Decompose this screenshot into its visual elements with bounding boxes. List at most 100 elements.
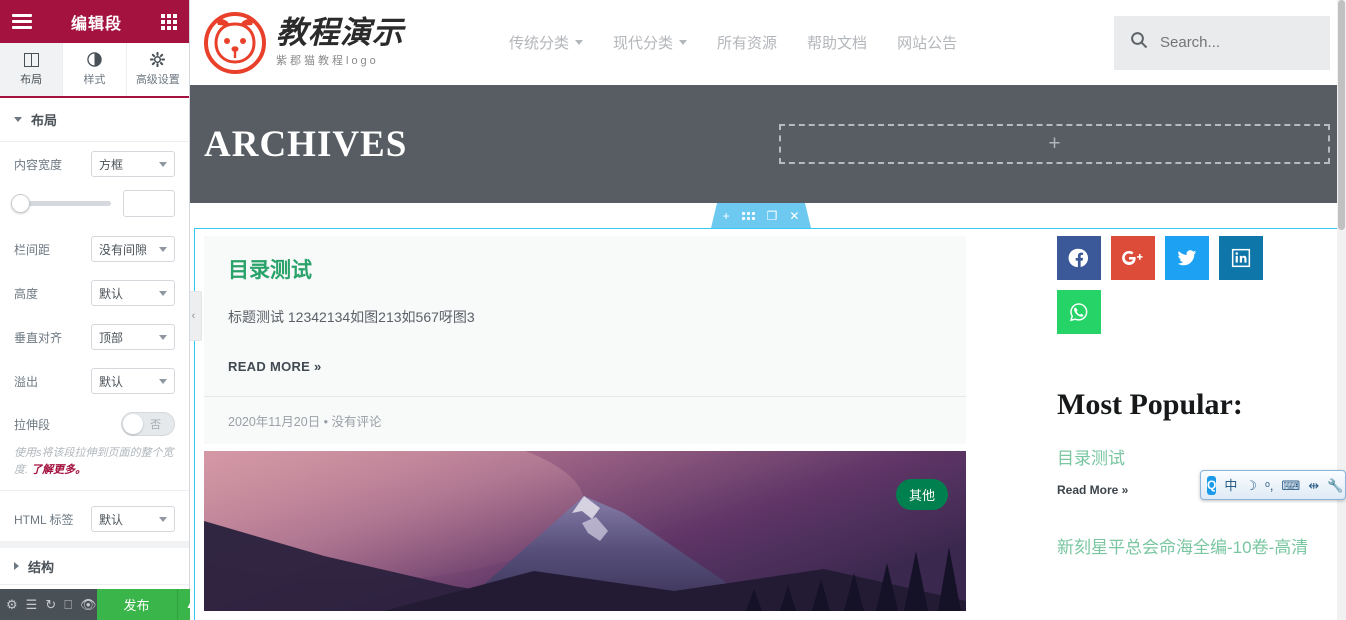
html-tag-select[interactable]: 默认	[91, 506, 175, 532]
section-title-layout: 布局	[31, 113, 58, 128]
logo-title: 教程演示	[276, 15, 404, 50]
panel-tabs: 布局 样式 高级设置	[0, 43, 189, 98]
vertical-align-value: 顶部	[99, 330, 124, 345]
panel-collapse-handle[interactable]: ‹	[190, 291, 202, 341]
archives-banner: ARCHIVES +	[190, 85, 1346, 203]
add-section-icon[interactable]: +	[723, 210, 730, 222]
control-vertical-align: 垂直对齐 顶部	[0, 315, 189, 359]
tab-advanced-label: 高级设置	[135, 74, 180, 86]
whatsapp-icon[interactable]	[1057, 290, 1101, 334]
history-icon[interactable]: ↻	[45, 598, 56, 611]
post-excerpt: 标题测试 12342134如图213如567呀图3	[228, 309, 475, 326]
width-slider[interactable]	[11, 194, 111, 213]
post-card: 目录测试 标题测试 12342134如图213如567呀图3 READ MORE…	[204, 236, 966, 445]
ime-language-icon[interactable]: 中	[1224, 479, 1237, 492]
site-logo[interactable]: 教程演示 紫郡猫教程logo	[204, 11, 404, 74]
overflow-select[interactable]: 默认	[91, 368, 175, 394]
stretch-section-toggle[interactable]: 否	[121, 412, 175, 436]
html-tag-label: HTML 标签	[14, 512, 74, 527]
column-gap-select[interactable]: 没有间隙	[91, 236, 175, 262]
sidebar-post-title-1[interactable]: 目录测试	[1057, 444, 1341, 469]
height-select[interactable]: 默认	[91, 280, 175, 306]
selected-section[interactable]: ‹ 目录测试 标题测试 12342134如图213如567呀图3 READ MO…	[190, 228, 1342, 620]
duplicate-icon[interactable]: ❐	[767, 210, 778, 222]
nav-item-announcements[interactable]: 网站公告	[897, 32, 957, 53]
control-height: 高度 默认	[0, 271, 189, 315]
tab-advanced[interactable]: 高级设置	[126, 43, 189, 96]
layers-icon[interactable]: ☰	[26, 598, 38, 611]
sidebar-post-title-2[interactable]: 新刻星平总会命海全编-10卷-高清	[1057, 533, 1341, 558]
panel-content: 布局 内容宽度 方框 栏间距 没有间隙 高度 默认 垂直对齐 顶部 溢出 默认 …	[0, 98, 189, 589]
read-more-link[interactable]: READ MORE »	[228, 359, 322, 374]
chevron-down-icon	[159, 161, 167, 167]
overflow-label: 溢出	[14, 374, 39, 389]
overflow-value: 默认	[99, 374, 124, 389]
ime-punctuation-icon[interactable]: ᵒ,	[1265, 479, 1274, 492]
learn-more-link[interactable]: 了解更多。	[31, 464, 86, 476]
slider-knob[interactable]	[11, 194, 30, 213]
post-title[interactable]: 目录测试	[228, 258, 942, 283]
vertical-scrollbar[interactable]	[1337, 0, 1346, 620]
page-title: ARCHIVES	[204, 123, 408, 165]
section-header-structure[interactable]: 结构	[0, 541, 189, 585]
delete-icon[interactable]: ✕	[789, 210, 799, 222]
linkedin-icon[interactable]	[1219, 236, 1263, 280]
responsive-monitor-icon[interactable]: ⎕	[64, 598, 72, 611]
ime-tools-icon[interactable]: 🔧	[1327, 479, 1343, 492]
columns-icon	[23, 52, 39, 67]
hamburger-icon[interactable]	[12, 14, 32, 29]
widget-dropzone[interactable]: +	[779, 124, 1330, 164]
nav-label: 现代分类	[613, 35, 674, 52]
ime-toolbar[interactable]: Q 中 ☽ ᵒ, ⌨ ⇹ 🔧	[1200, 470, 1346, 500]
content-width-value: 方框	[99, 157, 124, 172]
category-badge[interactable]: 其他	[895, 479, 948, 510]
nav-label: 所有资源	[717, 35, 778, 52]
nav-item-traditional[interactable]: 传统分类	[509, 32, 584, 53]
search-box[interactable]	[1114, 15, 1330, 70]
control-stretch-section: 拉伸段 否	[0, 403, 189, 445]
settings-gear-icon[interactable]: ⚙	[6, 598, 18, 611]
chevron-down-icon	[14, 117, 22, 122]
qq-ime-logo-icon[interactable]: Q	[1207, 475, 1217, 495]
nav-item-help-docs[interactable]: 帮助文档	[807, 32, 867, 53]
nav-label: 传统分类	[509, 35, 570, 52]
ime-moon-icon[interactable]: ☽	[1245, 479, 1257, 492]
ime-fullwidth-icon[interactable]: ⇹	[1308, 479, 1319, 492]
preview-eye-icon[interactable]: 👁	[80, 598, 97, 611]
tab-layout-label: 布局	[20, 73, 43, 86]
facebook-icon[interactable]	[1057, 236, 1101, 280]
control-content-width: 内容宽度 方框	[0, 142, 189, 186]
dog-face-logo-icon	[204, 11, 266, 74]
site-header: 教程演示 紫郡猫教程logo 传统分类 现代分类 所有资源 帮助文档 网站公告 …	[190, 0, 1346, 85]
publish-button[interactable]: 发布	[96, 589, 177, 620]
content-width-label: 内容宽度	[14, 157, 63, 172]
social-share-row	[1057, 236, 1287, 334]
vertical-align-select[interactable]: 顶部	[91, 324, 175, 350]
section-header-layout[interactable]: 布局	[0, 98, 189, 142]
height-label: 高度	[14, 286, 39, 301]
content-width-select[interactable]: 方框	[91, 151, 175, 177]
width-value-input[interactable]	[123, 190, 175, 217]
drag-handle-icon[interactable]	[741, 211, 755, 220]
scrollbar-thumb[interactable]	[1338, 0, 1345, 230]
nav-item-modern[interactable]: 现代分类	[613, 32, 688, 53]
grid-apps-icon[interactable]	[160, 13, 177, 30]
nav-item-all-resources[interactable]: 所有资源	[717, 32, 777, 53]
panel-divider	[0, 490, 189, 491]
gear-icon	[150, 52, 166, 67]
sidebar-heading: Most Popular:	[1057, 388, 1243, 421]
mountain-at-dusk-photo	[204, 451, 966, 611]
tab-style[interactable]: 样式	[63, 43, 127, 96]
control-html-tag: HTML 标签 默认	[0, 497, 189, 541]
panel-footer: ⚙ ☰ ↻ ⎕ 👁 发布 ▲	[0, 589, 203, 620]
ime-keyboard-icon[interactable]: ⌨	[1282, 479, 1301, 492]
post-featured-image[interactable]: 其他	[204, 451, 966, 611]
stretch-section-hint: 使用s将该段拉伸到页面的整个宽度. 了解更多。	[0, 445, 189, 490]
search-input[interactable]	[1160, 34, 1314, 51]
twitter-icon[interactable]	[1165, 236, 1209, 280]
html-tag-value: 默认	[99, 512, 124, 527]
tab-layout[interactable]: 布局	[0, 43, 64, 96]
chevron-down-icon	[159, 290, 167, 296]
google-plus-icon[interactable]	[1111, 236, 1155, 280]
chevron-down-icon	[159, 378, 167, 384]
